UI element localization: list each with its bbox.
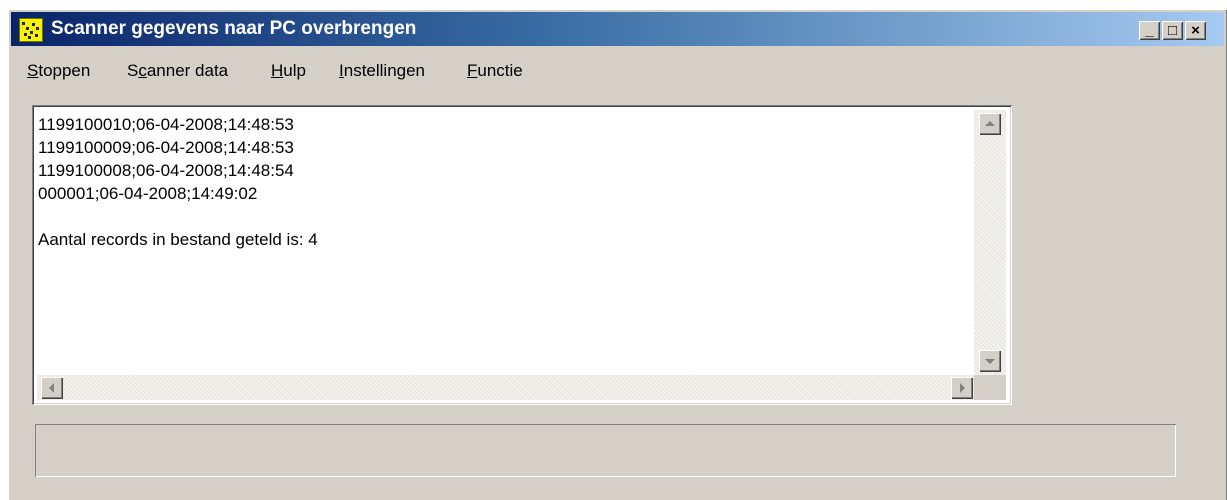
output-line: 1199100009;06-04-2008;14:48:53	[38, 138, 294, 157]
menu-label: ulp	[283, 61, 306, 80]
menu-mnemonic: S	[27, 61, 39, 80]
output-line: 1199100008;06-04-2008;14:48:54	[38, 161, 294, 180]
scroll-left-button[interactable]	[41, 377, 63, 399]
scroll-down-button[interactable]	[979, 350, 1001, 372]
scroll-corner	[974, 375, 1006, 400]
minimize-button[interactable]: _	[1139, 21, 1160, 40]
menu-mnemonic: H	[271, 61, 284, 80]
output-line: 000001;06-04-2008;14:49:02	[38, 184, 258, 203]
menu-mnemonic: F	[467, 61, 478, 80]
output-textarea[interactable]: 1199100010;06-04-2008;14:48:53 1199100009…	[32, 105, 1012, 405]
close-button[interactable]: ×	[1185, 21, 1206, 40]
menu-functie[interactable]: Functie	[467, 61, 523, 81]
scroll-up-button[interactable]	[979, 113, 1001, 135]
arrow-up-icon	[985, 121, 995, 126]
menu-label: toppen	[38, 61, 91, 80]
arrow-left-icon	[49, 383, 54, 393]
app-window: Scanner gegevens naar PC overbrengen _ □…	[8, 9, 1227, 500]
menu-scanner-data[interactable]: Scanner data	[127, 61, 228, 81]
menu-instellingen[interactable]: Instellingen	[339, 61, 425, 81]
title-bar[interactable]: Scanner gegevens naar PC overbrengen _ □…	[11, 12, 1224, 46]
menu-label: unctie	[477, 61, 523, 80]
status-panel	[35, 424, 1176, 477]
menu-stoppen[interactable]: Stoppen	[27, 61, 90, 81]
menu-label: S	[127, 61, 139, 80]
output-line: Aantal records in bestand geteld is: 4	[38, 230, 318, 249]
menu-mnemonic: c	[138, 61, 147, 80]
output-text: 1199100010;06-04-2008;14:48:53 1199100009…	[38, 113, 318, 251]
arrow-down-icon	[985, 359, 995, 364]
menu-hulp[interactable]: Hulp	[271, 61, 306, 81]
horizontal-scrollbar[interactable]	[37, 375, 974, 400]
maximize-button[interactable]: □	[1162, 21, 1183, 40]
scanner-app-icon[interactable]	[19, 18, 43, 42]
scroll-right-button[interactable]	[951, 377, 973, 399]
arrow-right-icon	[960, 383, 965, 393]
menu-label: anner data	[146, 61, 229, 80]
output-line: 1199100010;06-04-2008;14:48:53	[38, 115, 294, 134]
menu-label: nstellingen	[343, 61, 426, 80]
vertical-scrollbar[interactable]	[974, 110, 1006, 375]
window-title: Scanner gegevens naar PC overbrengen	[51, 18, 417, 39]
output-line: ​	[38, 205, 318, 228]
